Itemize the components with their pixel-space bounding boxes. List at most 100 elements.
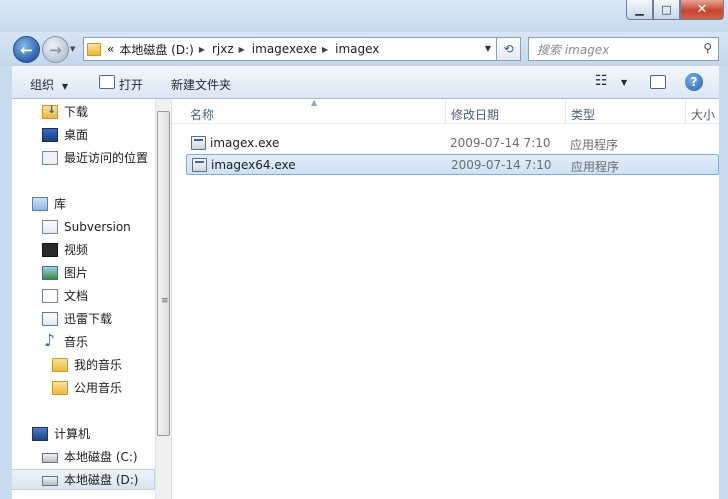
- nav-item-label: 桌面: [64, 128, 89, 142]
- forward-button[interactable]: →: [42, 36, 69, 63]
- search-input[interactable]: 搜索 imagex ⚲: [528, 37, 719, 61]
- nav-item-label: 图片: [64, 266, 89, 280]
- search-icon[interactable]: ⚲: [703, 41, 712, 55]
- recent-pages-dropdown-icon[interactable]: ▼: [70, 45, 75, 53]
- column-divider[interactable]: [445, 99, 446, 124]
- address-dropdown-icon[interactable]: ▼: [485, 44, 491, 53]
- breadcrumb-rjxz[interactable]: rjxz: [212, 42, 234, 56]
- window-controls: ▁ □ ✕: [626, 0, 724, 20]
- file-date-modified: 2009-07-14 7:10: [450, 136, 551, 150]
- xunlei-downloads-icon: [42, 311, 58, 326]
- folder-icon: [87, 42, 101, 56]
- address-bar[interactable]: « 本地磁盘 (D:) ▶ rjxz ▶ imagexexe ▶ imagex …: [83, 37, 497, 61]
- nav-scrollbar[interactable]: ≡: [155, 99, 171, 499]
- explorer-content: 下载 桌面 最近访问的位置 库 Subversion 视频 图片 文档: [12, 99, 719, 499]
- view-options-icon[interactable]: ☷: [595, 73, 608, 89]
- nav-item-label: 本地磁盘 (C:): [64, 450, 138, 464]
- nav-item-videos[interactable]: 视频: [12, 239, 155, 260]
- open-button[interactable]: 打开: [119, 76, 143, 93]
- column-divider[interactable]: [565, 99, 566, 124]
- downloads-folder-icon: [42, 103, 58, 119]
- view-dropdown-icon[interactable]: ▼: [621, 78, 627, 87]
- nav-item-public-music[interactable]: 公用音乐: [12, 377, 155, 398]
- address-row: ← → ▼ « 本地磁盘 (D:) ▶ rjxz ▶ imagexexe ▶ i…: [0, 32, 728, 66]
- drive-icon: [42, 476, 58, 486]
- back-button[interactable]: ←: [13, 36, 40, 63]
- file-name: imagex.exe: [210, 136, 280, 150]
- music-library-icon: [42, 331, 58, 351]
- command-toolbar: 组织 ▼ 打开 新建文件夹 ☷ ▼ ?: [12, 66, 719, 99]
- organize-button[interactable]: 组织 ▼: [30, 76, 68, 93]
- minimize-icon[interactable]: ▁: [626, 0, 653, 20]
- new-folder-button[interactable]: 新建文件夹: [171, 76, 231, 93]
- column-name[interactable]: 名称: [190, 106, 214, 123]
- file-name: imagex64.exe: [211, 158, 296, 172]
- breadcrumb-imagexexe[interactable]: imagexexe: [252, 42, 317, 56]
- column-size[interactable]: 大小: [691, 106, 715, 123]
- nav-item-label: 视频: [64, 243, 89, 257]
- subversion-icon: [42, 219, 58, 234]
- nav-item-label: 音乐: [64, 335, 89, 349]
- computer-icon: [32, 426, 48, 441]
- file-row-imagex64[interactable]: imagex64.exe 2009-07-14 7:10 应用程序: [186, 154, 719, 175]
- nav-item-label: 库: [54, 197, 67, 211]
- column-divider[interactable]: [685, 99, 686, 124]
- pictures-library-icon: [42, 265, 58, 280]
- chevron-right-icon[interactable]: ▶: [199, 45, 205, 54]
- nav-item-label: 迅雷下载: [64, 312, 113, 326]
- video-library-icon: [42, 242, 58, 257]
- folder-icon: [52, 357, 68, 372]
- recent-places-icon: [42, 150, 58, 165]
- nav-item-desktop[interactable]: 桌面: [12, 124, 155, 145]
- refresh-button[interactable]: ⟲: [497, 37, 521, 61]
- open-icon: [99, 75, 115, 89]
- nav-item-downloads[interactable]: 下载: [12, 101, 155, 122]
- nav-item-pictures[interactable]: 图片: [12, 262, 155, 283]
- scroll-grip-icon: ≡: [161, 296, 169, 306]
- sort-ascending-icon: ▲: [311, 99, 318, 107]
- file-row-imagex[interactable]: imagex.exe 2009-07-14 7:10 应用程序: [186, 133, 719, 154]
- title-bar: ▁ □ ✕: [0, 0, 728, 32]
- nav-item-drive-d[interactable]: 本地磁盘 (D:): [12, 469, 155, 490]
- breadcrumb-overflow[interactable]: «: [107, 42, 114, 56]
- column-date-modified[interactable]: 修改日期: [451, 106, 499, 123]
- refresh-icon: ⟲: [503, 42, 514, 56]
- nav-item-documents[interactable]: 文档: [12, 285, 155, 306]
- nav-item-label: 文档: [64, 289, 89, 303]
- nav-item-subversion[interactable]: Subversion: [12, 216, 155, 237]
- folder-icon: [52, 380, 68, 395]
- nav-item-label: 公用音乐: [74, 381, 123, 395]
- column-header: ▲ 名称 修改日期 类型 大小: [172, 99, 719, 124]
- file-type: 应用程序: [570, 138, 619, 152]
- application-icon: [192, 158, 207, 172]
- file-list[interactable]: ▲ 名称 修改日期 类型 大小 imagex.exe 2009-07-14 7:…: [172, 99, 719, 499]
- nav-scrollbar-thumb[interactable]: ≡: [157, 111, 170, 436]
- window-border-right: [719, 99, 728, 499]
- chevron-right-icon[interactable]: ▶: [322, 45, 328, 54]
- help-icon[interactable]: ?: [685, 73, 703, 91]
- breadcrumb-drive-d[interactable]: 本地磁盘 (D:): [119, 41, 193, 58]
- nav-item-label: 我的音乐: [74, 358, 123, 372]
- navigation-pane[interactable]: 下载 桌面 最近访问的位置 库 Subversion 视频 图片 文档: [12, 99, 155, 499]
- nav-item-my-music[interactable]: 我的音乐: [12, 354, 155, 375]
- chevron-right-icon[interactable]: ▶: [239, 45, 245, 54]
- preview-pane-icon[interactable]: [650, 75, 666, 89]
- nav-item-drive-c[interactable]: 本地磁盘 (C:): [12, 446, 155, 467]
- nav-item-libraries[interactable]: 库: [12, 193, 155, 214]
- nav-item-computer[interactable]: 计算机: [12, 423, 155, 444]
- nav-item-label: 最近访问的位置: [64, 151, 149, 165]
- documents-library-icon: [42, 288, 58, 303]
- nav-item-music[interactable]: 音乐: [12, 331, 155, 352]
- nav-item-label: Subversion: [64, 219, 131, 234]
- nav-item-recent-places[interactable]: 最近访问的位置: [12, 147, 155, 168]
- maximize-icon[interactable]: □: [653, 0, 680, 20]
- breadcrumb-imagex[interactable]: imagex: [335, 42, 379, 56]
- column-type[interactable]: 类型: [571, 106, 595, 123]
- organize-label: 组织: [30, 78, 55, 92]
- desktop-icon: [42, 127, 58, 142]
- nav-item-label: 下载: [64, 105, 89, 119]
- close-icon[interactable]: ✕: [680, 0, 724, 20]
- nav-item-xunlei-downloads[interactable]: 迅雷下载: [12, 308, 155, 329]
- search-placeholder: 搜索 imagex: [537, 42, 610, 57]
- chevron-down-icon: ▼: [61, 82, 68, 91]
